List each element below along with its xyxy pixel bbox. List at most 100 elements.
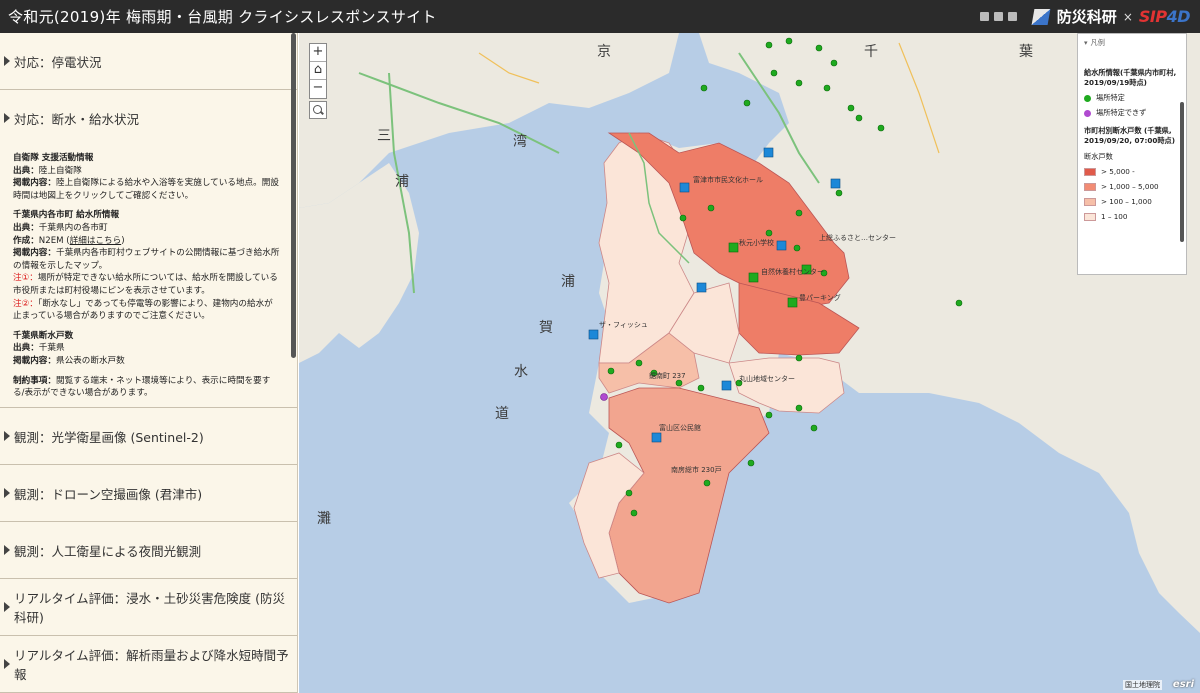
zoom-in-button[interactable]: + bbox=[310, 44, 326, 62]
sip-logo-part-b: 4D bbox=[1166, 7, 1191, 26]
search-icon[interactable] bbox=[309, 101, 327, 119]
water-supply-point-unlocated bbox=[600, 393, 608, 401]
accordion-item-water-supply[interactable]: 対応：断水・給水状況 bbox=[0, 90, 297, 146]
jsdf-pin bbox=[763, 147, 774, 158]
brand-name[interactable]: 防災科研 bbox=[1057, 6, 1117, 27]
twitter-icon[interactable] bbox=[993, 12, 1003, 21]
section-heading: 千葉県断水戸数 bbox=[13, 330, 74, 341]
legend-row: > 100 – 1,000 bbox=[1084, 197, 1180, 207]
expand-arrow-icon bbox=[4, 113, 10, 123]
jsdf-pin bbox=[830, 178, 841, 189]
map-legend[interactable]: ▾ 凡例 給水所情報(千葉県内市町村, 2019/09/19時点) 場所特定 場所… bbox=[1077, 33, 1187, 275]
link-icon[interactable] bbox=[1007, 12, 1017, 21]
water-supply-point bbox=[855, 114, 863, 122]
accordion-item-flood-risk[interactable]: リアルタイム評価：浸水・土砂災害危険度 (防災科研) bbox=[0, 579, 297, 636]
water-supply-point bbox=[697, 384, 705, 392]
water-supply-point bbox=[747, 459, 755, 467]
legend-row: 場所特定 bbox=[1084, 93, 1180, 103]
section-restrictions: 制約事項：閲覧する端末・ネット環境等により、表示に時間を要する/表示ができない場… bbox=[13, 375, 271, 399]
section-author: 作成：N2EM (詳細はこちら) bbox=[13, 235, 125, 246]
legend-swatch bbox=[1084, 198, 1096, 206]
accordion-label: 対応：断水・給水状況 bbox=[14, 111, 140, 127]
legend-scrollbar[interactable] bbox=[1180, 102, 1184, 242]
section-content: 掲載内容：県公表の断水戸数 bbox=[13, 355, 125, 366]
legend-section-title: 給水所情報(千葉県内市町村, 2019/09/19時点) bbox=[1084, 68, 1177, 87]
legend-subtitle: 断水戸数 bbox=[1084, 152, 1113, 161]
esri-logo[interactable]: esri bbox=[1173, 679, 1194, 690]
water-supply-point bbox=[765, 41, 773, 49]
legend-swatch bbox=[1084, 183, 1096, 191]
water-supply-point bbox=[793, 244, 801, 252]
facebook-icon[interactable] bbox=[979, 12, 989, 21]
details-link[interactable]: 詳細はこちら bbox=[70, 236, 122, 246]
water-supply-point bbox=[823, 84, 831, 92]
sea-label: 葉 bbox=[1019, 44, 1033, 60]
jsdf-pin bbox=[776, 240, 787, 251]
home-button[interactable]: ⌂ bbox=[310, 62, 326, 80]
accordion-item-rainfall[interactable]: リアルタイム評価：解析雨量および降水短時間予報 bbox=[0, 636, 297, 693]
water-supply-point bbox=[795, 404, 803, 412]
accordion-label: リアルタイム評価：浸水・土砂災害危険度 (防災科研) bbox=[14, 591, 285, 625]
map-view[interactable]: ザ・フィッシュ 秋元小学校 富津市市民文化ホール 上総ふるさと…センター 自然休… bbox=[299, 33, 1200, 693]
section-heading: 自衛隊 支援活動情報 bbox=[13, 153, 94, 163]
sea-label: 三 bbox=[377, 128, 391, 144]
water-supply-point bbox=[770, 69, 778, 77]
legend-swatch bbox=[1084, 168, 1096, 176]
sea-label: 浦 bbox=[561, 274, 575, 290]
expand-arrow-icon bbox=[4, 431, 10, 441]
nied-logo-icon[interactable] bbox=[1031, 7, 1051, 27]
expand-arrow-icon bbox=[4, 56, 10, 66]
expand-arrow-icon bbox=[4, 545, 10, 555]
section-source: 出典：千葉県 bbox=[13, 343, 65, 354]
zoom-out-button[interactable]: − bbox=[310, 80, 326, 98]
green-pin bbox=[728, 242, 739, 253]
legend-header[interactable]: ▾ 凡例 bbox=[1084, 38, 1180, 48]
sea-label: 道 bbox=[495, 406, 509, 422]
map-zoom-control: + ⌂ − bbox=[309, 43, 327, 99]
water-supply-point bbox=[785, 37, 793, 45]
section-note-1: 注①：場所が特定できない給水所については、給水所を開設している市役所または町村役… bbox=[13, 273, 278, 296]
section-content: 掲載内容：陸上自衛隊による給水や入浴等を実施している地点。開設時間は地図上をクリ… bbox=[13, 178, 279, 201]
accordion-label: 対応：停電状況 bbox=[14, 54, 102, 70]
map-label: 鋸南町 237 bbox=[649, 372, 686, 380]
water-supply-point bbox=[847, 104, 855, 112]
jsdf-pin bbox=[679, 182, 690, 193]
accordion-item-night-light[interactable]: 観測：人工衛星による夜間光観測 bbox=[0, 522, 297, 579]
accordion-label: 観測：光学衛星画像 (Sentinel-2) bbox=[14, 429, 204, 445]
map-canvas[interactable] bbox=[299, 33, 1200, 693]
water-supply-point bbox=[830, 59, 838, 67]
water-supply-point bbox=[795, 79, 803, 87]
accordion-item-power-outage[interactable]: 対応：停電状況 bbox=[0, 33, 297, 90]
sidebar-scrollbar[interactable] bbox=[291, 33, 296, 358]
water-supply-point bbox=[635, 359, 643, 367]
sip4d-logo[interactable]: SIP4D bbox=[1139, 7, 1191, 26]
jsdf-pin bbox=[588, 329, 599, 340]
water-supply-point bbox=[810, 424, 818, 432]
accordion-label: 観測：ドローン空撮画像 (君津市) bbox=[14, 486, 203, 502]
expand-arrow-icon bbox=[4, 488, 10, 498]
sea-label: 京 bbox=[597, 44, 611, 60]
green-pin bbox=[787, 297, 798, 308]
water-supply-point bbox=[707, 204, 715, 212]
water-supply-point bbox=[955, 299, 963, 307]
map-label: 富津市市民文化ホール bbox=[693, 176, 763, 184]
section-heading: 千葉県内各市町 給水所情報 bbox=[13, 210, 120, 221]
jsdf-pin bbox=[651, 432, 662, 443]
map-label: 秋元小学校 bbox=[739, 239, 774, 247]
legend-swatch bbox=[1084, 213, 1096, 221]
water-supply-point bbox=[703, 479, 711, 487]
section-content: 掲載内容：千葉県内各市町村ウェブサイトの公開情報に基づき給水所の情報を示したマッ… bbox=[13, 248, 280, 271]
sea-label: 湾 bbox=[513, 134, 527, 150]
header-right: 防災科研 × SIP4D bbox=[979, 6, 1200, 27]
section-source: 出典：陸上自衛隊 bbox=[13, 165, 82, 176]
legend-section-title: 市町村別断水戸数 (千葉県, 2019/09/20, 07:00時点) bbox=[1084, 126, 1176, 145]
accordion-item-drone[interactable]: 観測：ドローン空撮画像 (君津市) bbox=[0, 465, 297, 522]
map-attribution: 国土地理院 bbox=[1123, 680, 1162, 690]
section-note-2: 注②：「断水なし」であっても停電等の影響により、建物内の給水が止まっている場合が… bbox=[13, 298, 273, 322]
brand-separator: × bbox=[1122, 9, 1133, 24]
water-supply-point bbox=[743, 99, 751, 107]
water-supply-point bbox=[765, 411, 773, 419]
accordion-label: 観測：人工衛星による夜間光観測 bbox=[14, 543, 202, 559]
accordion-item-sentinel2[interactable]: 観測：光学衛星画像 (Sentinel-2) bbox=[0, 408, 297, 465]
map-label: 上総ふるさと…センター bbox=[819, 234, 896, 242]
